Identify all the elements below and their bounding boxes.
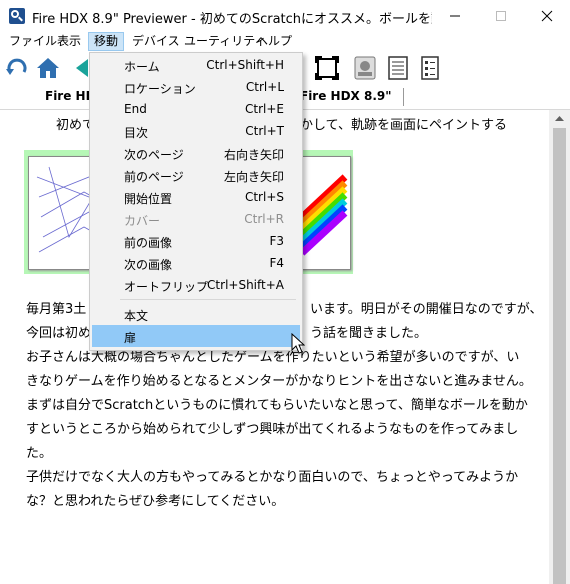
minimize-icon bbox=[450, 15, 460, 17]
tab-fire-hdx-8-9[interactable]: Fire HDX 8.9" bbox=[300, 89, 392, 103]
paragraph-line-5: まずは自分でScratchというものに慣れてもらいたいなと思って、簡単なボールを… bbox=[26, 398, 528, 413]
refresh-button[interactable] bbox=[4, 55, 30, 81]
tab-divider bbox=[403, 88, 404, 106]
menu-item-location[interactable]: ロケーション Ctrl+L bbox=[92, 76, 300, 98]
window-title: Fire HDX 8.9" Previewer - 初めてのScratchにオス… bbox=[32, 12, 432, 27]
page-button[interactable] bbox=[385, 55, 411, 81]
menu-item-prev-page[interactable]: 前のページ 左向き矢印 bbox=[92, 164, 300, 186]
title-bar: Fire HDX 8.9" Previewer - 初めてのScratchにオス… bbox=[0, 0, 570, 31]
menu-item-autoflip[interactable]: オートフリップ Ctrl+Shift+A bbox=[92, 274, 300, 296]
paragraph-line-9: な？と思われたらぜひ参考にしてください。 bbox=[26, 494, 285, 509]
paragraph-line-6: すというところから始められて少しずつ興味が出てくれるようなものを作ってみまし bbox=[26, 422, 519, 437]
scrollbar-thumb[interactable] bbox=[553, 128, 566, 584]
menu-item-prev-image[interactable]: 前の画像 F3 bbox=[92, 230, 300, 252]
scroll-up-button[interactable] bbox=[549, 110, 570, 127]
rainbow-paint-image bbox=[299, 156, 351, 270]
previewer-app-icon[interactable] bbox=[9, 8, 25, 24]
paragraph-line-2-right: う話を聞きました。 bbox=[310, 326, 428, 341]
rainbow-drawing bbox=[300, 174, 348, 256]
home-icon bbox=[37, 58, 59, 78]
menu-item-next-image[interactable]: 次の画像 F4 bbox=[92, 252, 300, 274]
home-button[interactable] bbox=[35, 55, 61, 81]
paragraph-line-1-right: います。明日がその開催日なのですが、 bbox=[310, 302, 543, 317]
page-heading-right: かして、軌跡を画面にペイントする bbox=[300, 118, 507, 133]
menu-bar: ファイル 表示 移動 デバイス ユーティリティ ヘルプ bbox=[0, 31, 570, 53]
menu-view[interactable]: 表示 bbox=[52, 33, 86, 50]
list-icon bbox=[421, 56, 439, 80]
fullscreen-icon bbox=[315, 56, 339, 80]
paragraph-line-2-left: 今回は初め bbox=[26, 326, 92, 341]
chevron-up-icon bbox=[555, 116, 564, 121]
refresh-icon bbox=[6, 58, 27, 75]
menu-item-body-text[interactable]: 本文 bbox=[92, 303, 300, 325]
paragraph-line-4: きなりゲームを作り始めるとなるとメンターがかなりヒントを出さないと進みません。 bbox=[26, 374, 532, 389]
menu-help[interactable]: ヘルプ bbox=[251, 33, 297, 50]
go-menu-dropdown: ホーム Ctrl+Shift+H ロケーション Ctrl+L End Ctrl+E 目… bbox=[89, 52, 303, 351]
toc-icon bbox=[354, 56, 376, 80]
vertical-scrollbar[interactable] bbox=[549, 110, 570, 584]
menu-item-home[interactable]: ホーム Ctrl+Shift+H bbox=[92, 54, 300, 76]
menu-device[interactable]: デバイス bbox=[127, 33, 185, 50]
maximize-icon bbox=[496, 11, 506, 21]
close-button[interactable] bbox=[524, 0, 570, 31]
menu-separator bbox=[120, 299, 296, 300]
paragraph-line-8: 子供だけでなく大人の方もやってみるとかなり面白いので、ちょっとやってみようか bbox=[26, 470, 519, 485]
paragraph-line-7: た。 bbox=[26, 446, 53, 461]
mouse-cursor-icon bbox=[291, 332, 306, 358]
page-icon bbox=[388, 56, 408, 80]
menu-item-cover[interactable]: カバー Ctrl+R bbox=[92, 208, 300, 230]
menu-go[interactable]: 移動 bbox=[88, 32, 125, 51]
menu-item-title-page[interactable]: 扉 bbox=[92, 325, 300, 347]
toc-button[interactable] bbox=[352, 55, 378, 81]
menu-item-start-position[interactable]: 開始位置 Ctrl+S bbox=[92, 186, 300, 208]
minimize-button[interactable] bbox=[432, 0, 478, 31]
maximize-button[interactable] bbox=[478, 0, 524, 31]
close-icon bbox=[541, 10, 553, 22]
back-arrow-icon bbox=[76, 59, 88, 77]
menu-item-end[interactable]: End Ctrl+E bbox=[92, 98, 300, 120]
menu-item-next-page[interactable]: 次のページ 右向き矢印 bbox=[92, 142, 300, 164]
list-button[interactable] bbox=[417, 55, 443, 81]
menu-item-toc[interactable]: 目次 Ctrl+T bbox=[92, 120, 300, 142]
fullscreen-button[interactable] bbox=[314, 55, 340, 81]
paragraph-line-1-left: 毎月第3土 bbox=[26, 302, 87, 317]
